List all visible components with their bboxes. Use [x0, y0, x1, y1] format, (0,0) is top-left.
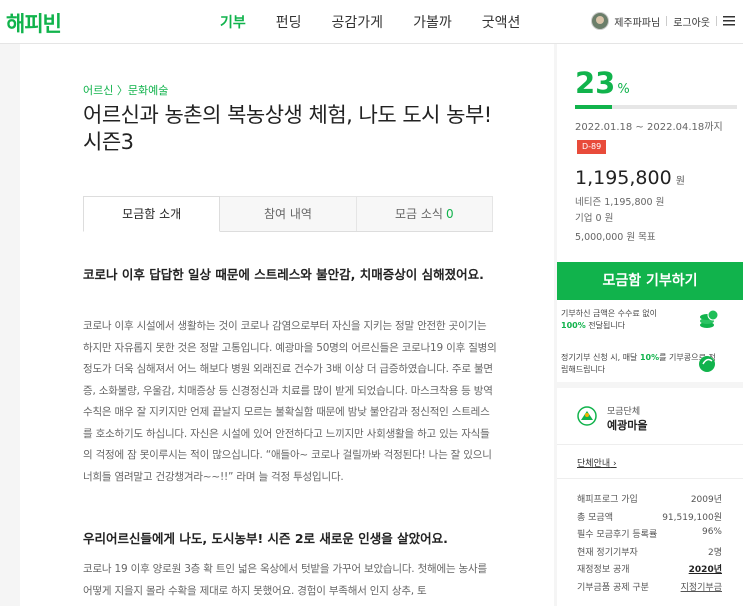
divider	[557, 382, 743, 388]
tab-label: 모금함 소개	[122, 207, 182, 221]
dday-badge: D-89	[577, 140, 607, 154]
stat-label: 현재 정기기부자	[577, 547, 638, 558]
stat-row: 총 모금액 91,519,100원	[577, 510, 722, 528]
coin-stack-icon	[700, 309, 719, 328]
user-menu: 제주파파님 로그아웃	[591, 12, 735, 30]
progress-bar	[575, 105, 737, 109]
goal-amount: 5,000,000 원 목표	[575, 232, 656, 243]
top-header: 해피빈 기부 펀딩 공감가게 가볼까 굿액션 제주파파님 로그아웃	[0, 0, 743, 44]
menu-icon[interactable]	[723, 16, 735, 26]
logout-link[interactable]: 로그아웃	[673, 14, 710, 29]
divider	[716, 16, 717, 26]
org-name[interactable]: 예광마을	[607, 417, 647, 433]
org-label: 모금단체	[607, 407, 641, 417]
org-stats: 해피프로그 가입 2009년 총 모금액 91,519,100원 필수 모금후기 등…	[577, 492, 722, 597]
stat-label: 필수 모금후기 등록률	[577, 530, 658, 540]
stat-label: 해피프로그 가입	[577, 495, 638, 505]
nav-item-good-action[interactable]: 굿액션	[482, 12, 521, 32]
section-body: 코로나 이후 시설에서 생활하는 것이 코로나 감염으로부터 자신을 지키는 정…	[83, 320, 497, 483]
amount-breakdown: 네티즌 1,195,800 원 기업 0 원	[575, 195, 664, 227]
fundraiser-content: 어르신 〉문화예술 어르신과 농촌의 복농상생 체험, 나도 도시 농부! 시즌…	[20, 44, 554, 606]
page-title: 어르신과 농촌의 복농상생 체험, 나도 도시 농부! 시즌3	[83, 103, 492, 154]
main-nav: 기부 펀딩 공감가게 가볼까 굿액션	[220, 12, 550, 32]
tab-label: 모금 소식	[395, 207, 443, 221]
donation-panel: 23% 2022.01.18 ~ 2022.04.18까지 D-89 1,195…	[557, 44, 743, 606]
raised-amount: 1,195,800 원	[575, 167, 685, 189]
org-info-label: 단체안내	[577, 459, 611, 469]
stat-value: 96%	[701, 527, 722, 537]
nav-item-funding[interactable]: 펀딩	[276, 12, 302, 32]
donate-button[interactable]: 모금함 기부하기	[557, 262, 743, 300]
stat-row: 필수 모금후기 등록률 96%	[577, 527, 722, 545]
progress-percent: 23%	[575, 66, 630, 100]
bean-icon	[699, 356, 715, 372]
info-highlight: 100%	[561, 321, 586, 330]
stat-label: 재정정보 공개	[577, 565, 630, 575]
financial-info-link[interactable]: 2020년	[689, 562, 722, 580]
stat-row: 재정정보 공개 2020년	[577, 562, 722, 580]
happybean-logo[interactable]: 해피빈	[6, 8, 62, 38]
info-text: 기부하신 금액은 수수료 없이	[561, 309, 657, 318]
nav-item-donate[interactable]: 기부	[220, 12, 246, 32]
divider	[557, 478, 743, 479]
stat-row: 현재 정기기부자 2명	[577, 545, 722, 563]
percent-value: 23	[575, 66, 616, 100]
content-tabs: 모금함 소개 참여 내역 모금 소식 0	[83, 196, 493, 232]
netizen-amount: 네티즌 1,195,800 원	[575, 197, 665, 208]
stat-row: 해피프로그 가입 2009년	[577, 492, 722, 510]
stat-value: 91,519,100원	[662, 512, 722, 523]
user-name[interactable]: 제주파파님	[614, 14, 660, 29]
tax-deduction-link[interactable]: 지정기부금	[681, 580, 722, 598]
stat-label: 총 모금액	[577, 512, 613, 523]
amount-unit: 원	[675, 176, 685, 187]
section-heading: 코로나 이후 답답한 일상 때문에 스트레스와 불안감, 치매증상이 심해졌어요…	[83, 267, 484, 282]
organization-logo	[577, 406, 597, 426]
tab-introduction[interactable]: 모금함 소개	[83, 196, 221, 232]
nav-item-travel[interactable]: 가볼까	[413, 12, 452, 32]
percent-unit: %	[617, 82, 630, 97]
info-text: 정기기부 신청 시, 매달	[561, 353, 638, 362]
org-info-link[interactable]: 단체안내 ›	[577, 456, 617, 469]
section-heading: 우리어르신들에게 나도, 도시농부! 시즌 2로 새로운 인생을 살았어요.	[83, 531, 448, 546]
info-highlight: 10%	[639, 353, 660, 362]
section-body: 코로나 19 이후 양로원 3층 확 트인 넓은 옥상에서 텃밭을 가꾸어 보았…	[83, 563, 487, 597]
divider	[666, 16, 668, 26]
tab-label: 참여 내역	[264, 207, 312, 221]
tab-count: 0	[445, 207, 454, 221]
company-amount: 기업 0 원	[575, 213, 614, 224]
info-text: 전달됩니다	[588, 321, 626, 330]
stat-label: 기부금품 공제 구분	[577, 582, 649, 593]
stat-row: 기부금품 공제 구분 지정기부금	[577, 580, 722, 598]
amount-value: 1,195,800	[575, 167, 672, 189]
nav-item-store[interactable]: 공감가게	[332, 12, 384, 32]
divider	[557, 444, 743, 445]
category-breadcrumb[interactable]: 어르신 〉문화예술	[83, 82, 168, 98]
stat-value: 2명	[707, 547, 722, 558]
campaign-period: 2022.01.18 ~ 2022.04.18까지	[575, 122, 723, 133]
progress-fill	[575, 105, 613, 109]
tab-news[interactable]: 모금 소식 0	[356, 196, 493, 231]
stat-value: 2009년	[690, 495, 722, 505]
tab-participation[interactable]: 참여 내역	[220, 196, 357, 231]
avatar[interactable]	[591, 12, 610, 30]
